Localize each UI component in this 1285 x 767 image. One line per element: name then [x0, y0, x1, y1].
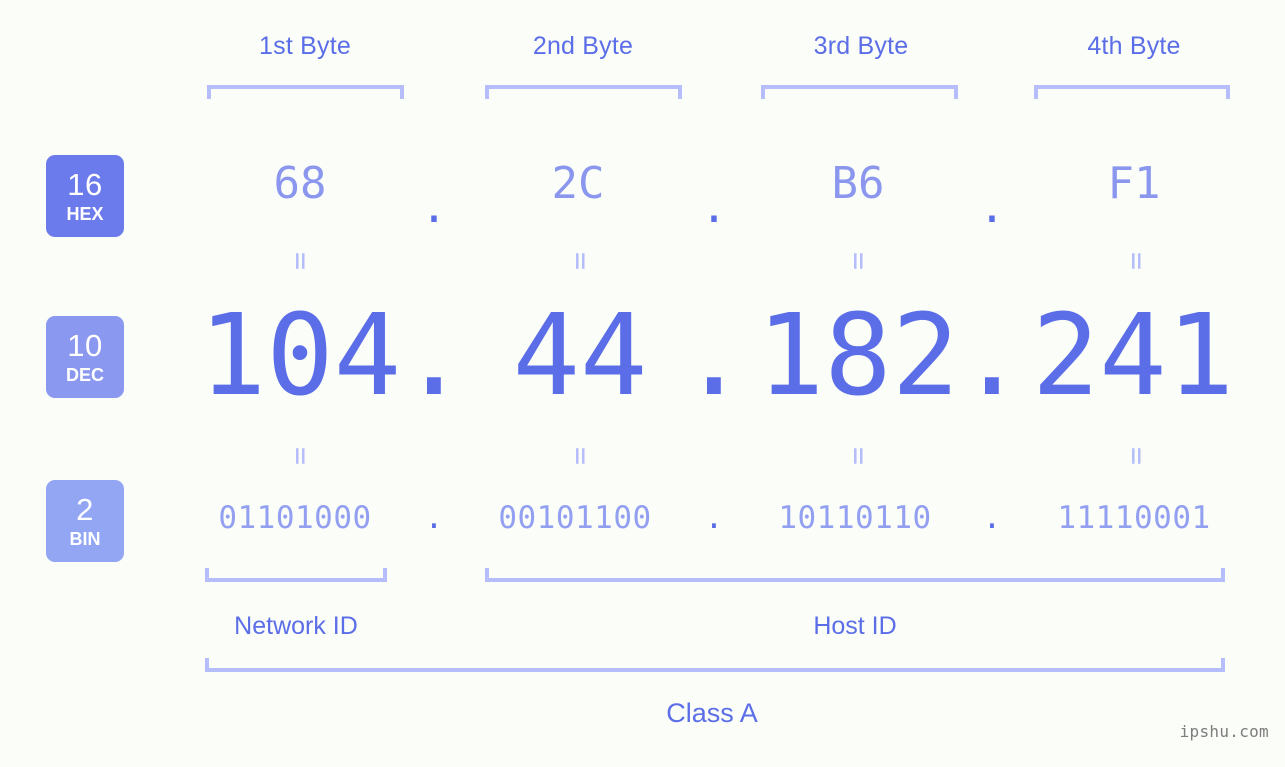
byte-header-3: 3rd Byte	[813, 32, 909, 60]
bin-octet-4: 11110001	[1057, 500, 1211, 536]
equals-mark-hex-dec-4: =	[1119, 251, 1154, 271]
equals-mark-hex-dec-3: =	[841, 251, 876, 271]
bin-separator-3: .	[982, 500, 1002, 536]
byte-bracket-4	[1034, 85, 1230, 99]
byte-bracket-3	[761, 85, 958, 99]
hex-octet-2: 2C	[551, 158, 605, 209]
equals-mark-dec-bin-3: =	[841, 446, 876, 466]
byte-header-1: 1st Byte	[259, 32, 351, 60]
bin-separator-1: .	[424, 500, 444, 536]
base-badge-bin: 2 BIN	[46, 480, 124, 562]
hex-octet-3: B6	[831, 158, 885, 209]
equals-mark-dec-bin-2: =	[563, 446, 598, 466]
network-id-bracket	[205, 568, 387, 582]
equals-mark-dec-bin-4: =	[1119, 446, 1154, 466]
equals-mark-hex-dec-1: =	[283, 251, 318, 271]
base-badge-dec-number: 10	[67, 328, 103, 363]
base-badge-hex-number: 16	[67, 167, 103, 202]
byte-header-2: 2nd Byte	[532, 32, 634, 60]
dec-octet-4: 241	[1031, 291, 1235, 421]
hex-separator-3: .	[978, 182, 1006, 233]
bin-separator-2: .	[704, 500, 724, 536]
base-badge-bin-number: 2	[76, 492, 94, 527]
dec-separator-3: .	[958, 291, 1026, 421]
class-label: Class A	[666, 698, 758, 728]
dec-octet-3: 182	[756, 291, 960, 421]
hex-octet-1: 68	[273, 158, 327, 209]
dec-separator-2: .	[680, 291, 748, 421]
byte-header-4: 4th Byte	[1087, 32, 1181, 60]
base-badge-hex: 16 HEX	[46, 155, 124, 237]
base-badge-bin-label: BIN	[69, 529, 101, 549]
hex-separator-2: .	[700, 182, 728, 233]
equals-mark-dec-bin-1: =	[283, 446, 318, 466]
site-watermark: ipshu.com	[1179, 722, 1269, 741]
equals-mark-hex-dec-2: =	[563, 251, 598, 271]
ip-address-breakdown-diagram: 1st Byte 2nd Byte 3rd Byte 4th Byte 16 H…	[0, 0, 1285, 767]
base-badge-dec-label: DEC	[65, 365, 104, 385]
byte-bracket-1	[207, 85, 404, 99]
bin-octet-3: 10110110	[778, 500, 932, 536]
base-badge-hex-label: HEX	[66, 204, 104, 224]
dec-octet-2: 44	[512, 291, 648, 421]
host-id-bracket	[485, 568, 1225, 582]
dec-separator-1: .	[400, 291, 468, 421]
dec-octet-1: 104	[198, 291, 402, 421]
base-badge-dec: 10 DEC	[46, 316, 124, 398]
class-bracket	[205, 658, 1225, 672]
hex-separator-1: .	[420, 182, 448, 233]
byte-bracket-2	[485, 85, 682, 99]
bin-octet-1: 01101000	[218, 500, 372, 536]
network-id-label: Network ID	[234, 612, 358, 640]
hex-octet-4: F1	[1107, 158, 1161, 209]
host-id-label: Host ID	[813, 612, 897, 640]
bin-octet-2: 00101100	[498, 500, 652, 536]
